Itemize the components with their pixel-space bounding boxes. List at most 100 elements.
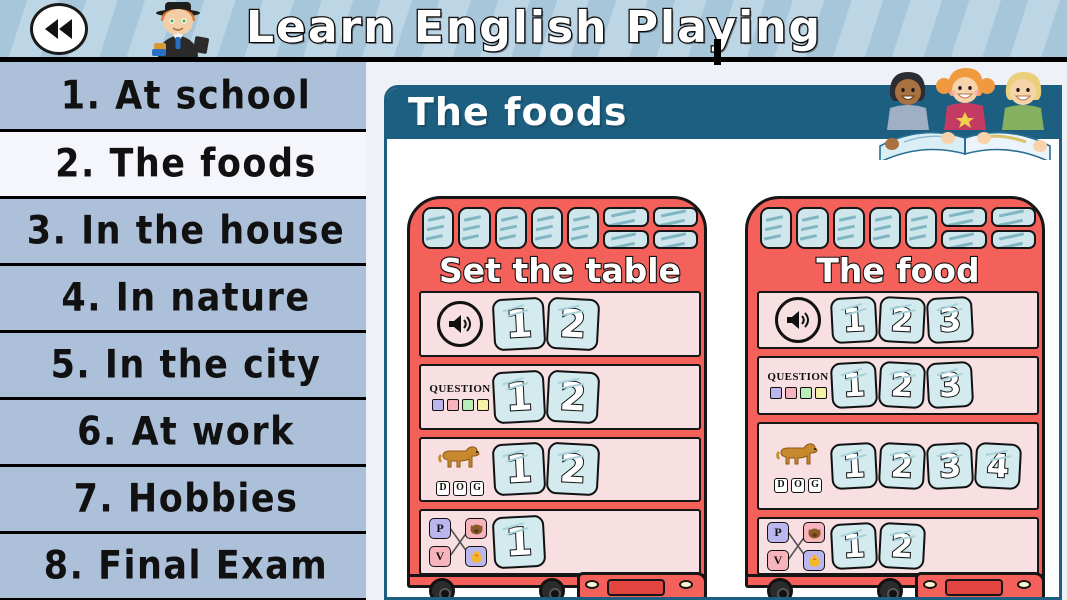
number-tile[interactable]: 2 [877, 295, 927, 345]
bus-wheel-icon [877, 578, 903, 597]
number-tile[interactable]: 1 [491, 369, 547, 424]
sidebar-item-at-work[interactable]: 6. At work [0, 397, 372, 467]
sidebar-item-label: 8. Final Exam [43, 543, 329, 589]
number-tiles: 1 2 3 4 [829, 441, 1037, 491]
number-tile[interactable]: 1 [491, 296, 547, 352]
number-tile[interactable]: 1 [829, 441, 879, 490]
bus-window-icon [458, 207, 491, 249]
bus-windows [760, 207, 1037, 249]
number-tile[interactable]: 4 [973, 441, 1023, 490]
number-tile[interactable]: 2 [877, 521, 927, 571]
word-letter[interactable]: O [791, 477, 805, 493]
activity-row-listening[interactable]: 1 2 [419, 291, 701, 357]
activity-row-question[interactable]: QUESTION 1 2 [419, 363, 701, 430]
sidebar-item-label: 4. In nature [61, 275, 311, 321]
match-letter-p[interactable]: P [429, 518, 451, 540]
sidebar-item-in-the-house[interactable]: 3. In the house [0, 196, 372, 266]
number-tile[interactable]: 1 [491, 442, 547, 497]
sidebar-right-rail [366, 62, 372, 600]
chick-face-icon[interactable] [465, 546, 487, 568]
row-gadget: P V [427, 516, 493, 568]
speaker-sound-icon[interactable] [775, 297, 821, 344]
match-letter-v[interactable]: V [429, 546, 451, 568]
number-tile[interactable]: 2 [877, 361, 927, 410]
number-tile[interactable]: 2 [545, 369, 601, 424]
number-tile[interactable]: 3 [925, 441, 975, 490]
bus-window-icon [603, 229, 649, 249]
bus-windows [422, 207, 699, 249]
match-letter-p[interactable]: P [767, 521, 789, 543]
bus-light-icon [1017, 580, 1031, 589]
question-label: QUESTION [429, 382, 491, 395]
bus-window-icon [941, 207, 987, 227]
activity-row-spelling[interactable]: D O G 1 2 [419, 436, 701, 503]
word-letter[interactable]: D [436, 481, 450, 497]
word-letter[interactable]: O [453, 481, 467, 497]
pig-face-icon[interactable] [465, 518, 487, 540]
sidebar-item-label: 6. At work [77, 409, 295, 455]
lesson-panel: The foods Set the table 1 2 QUESTION 1 2… [384, 85, 1062, 600]
number-tile[interactable]: 3 [925, 295, 975, 345]
bus-window-icon [990, 229, 1037, 249]
number-tile[interactable]: 1 [491, 514, 547, 570]
sidebar-item-label: 5. In the city [50, 342, 322, 388]
sidebar-item-final-exam[interactable]: 8. Final Exam [0, 531, 372, 600]
activity-row-listening[interactable]: 1 2 3 [757, 291, 1039, 350]
number-tile[interactable]: 1 [829, 521, 879, 571]
teacher-mascot-icon [132, 1, 224, 57]
app-root: Learn English Playing 1. At school 2. Th… [0, 0, 1067, 600]
number-tile[interactable]: 3 [925, 361, 975, 410]
bus-wheel-icon [539, 578, 565, 597]
sidebar-item-in-nature[interactable]: 4. In nature [0, 263, 372, 333]
word-letter[interactable]: G [808, 477, 822, 493]
rewind-back-icon [44, 18, 74, 40]
bus-light-icon [585, 580, 599, 589]
bus-light-icon [923, 580, 937, 589]
panel-title-bar: The foods [387, 88, 1059, 139]
chick-face-icon[interactable] [803, 549, 825, 571]
pig-face-icon[interactable] [803, 521, 825, 543]
bus-window-stack [652, 207, 699, 249]
swatch-green [799, 387, 812, 400]
word-letters: D O G [436, 481, 484, 497]
matching-diagram: P V [767, 520, 829, 572]
row-gadget: QUESTION [765, 371, 831, 400]
activity-row-matching[interactable]: P V [419, 509, 701, 575]
bus-window-icon [832, 207, 865, 249]
activity-card-set-the-table[interactable]: Set the table 1 2 QUESTION 1 2 D O G 1 2… [407, 196, 707, 597]
activity-card-the-food[interactable]: The food 1 2 3 QUESTION 1 2 3 D O G 1 2 … [745, 196, 1045, 597]
number-tiles: 1 2 [491, 369, 699, 425]
activity-row-spelling[interactable]: D O G 1 2 3 4 [757, 421, 1039, 510]
word-letters: D O G [774, 477, 822, 493]
bus-body: Set the table 1 2 QUESTION 1 2 D O G 1 2… [407, 196, 707, 588]
page-title: The foods [408, 90, 628, 134]
swatch-yellow [814, 387, 827, 400]
activity-row-matching[interactable]: P V [757, 516, 1039, 575]
speaker-sound-icon[interactable] [437, 300, 483, 347]
bus-body: The food 1 2 3 QUESTION 1 2 3 D O G 1 2 … [745, 196, 1045, 588]
activity-row-question[interactable]: QUESTION 1 2 [757, 356, 1039, 415]
match-letter-v[interactable]: V [767, 549, 789, 571]
back-button[interactable] [30, 3, 88, 55]
matching-diagram: P V [429, 516, 491, 568]
bus-window-icon [530, 207, 564, 249]
card-heading: Set the table [438, 250, 682, 291]
bus-window-icon [796, 207, 829, 249]
bus-window-icon [567, 207, 600, 249]
word-letter[interactable]: G [470, 481, 484, 497]
number-tile[interactable]: 2 [545, 442, 601, 497]
sidebar-item-hobbies[interactable]: 7. Hobbies [0, 464, 372, 534]
sidebar-item-in-the-city[interactable]: 5. In the city [0, 330, 372, 400]
sidebar-item-the-foods[interactable]: 2. The foods [0, 129, 372, 199]
number-tile[interactable]: 1 [829, 295, 879, 345]
number-tile[interactable]: 1 [829, 361, 879, 410]
number-tile[interactable]: 2 [877, 441, 927, 490]
word-letter[interactable]: D [774, 477, 788, 493]
app-title: Learn English Playing [245, 1, 823, 55]
bus-light-icon [679, 580, 693, 589]
lessons-sidebar: 1. At school 2. The foods 3. In the hous… [0, 62, 372, 600]
sidebar-item-at-school[interactable]: 1. At school [0, 62, 372, 132]
number-tile[interactable]: 2 [545, 296, 601, 352]
row-gadget: D O G [427, 442, 493, 497]
bus-chassis [745, 572, 1045, 597]
